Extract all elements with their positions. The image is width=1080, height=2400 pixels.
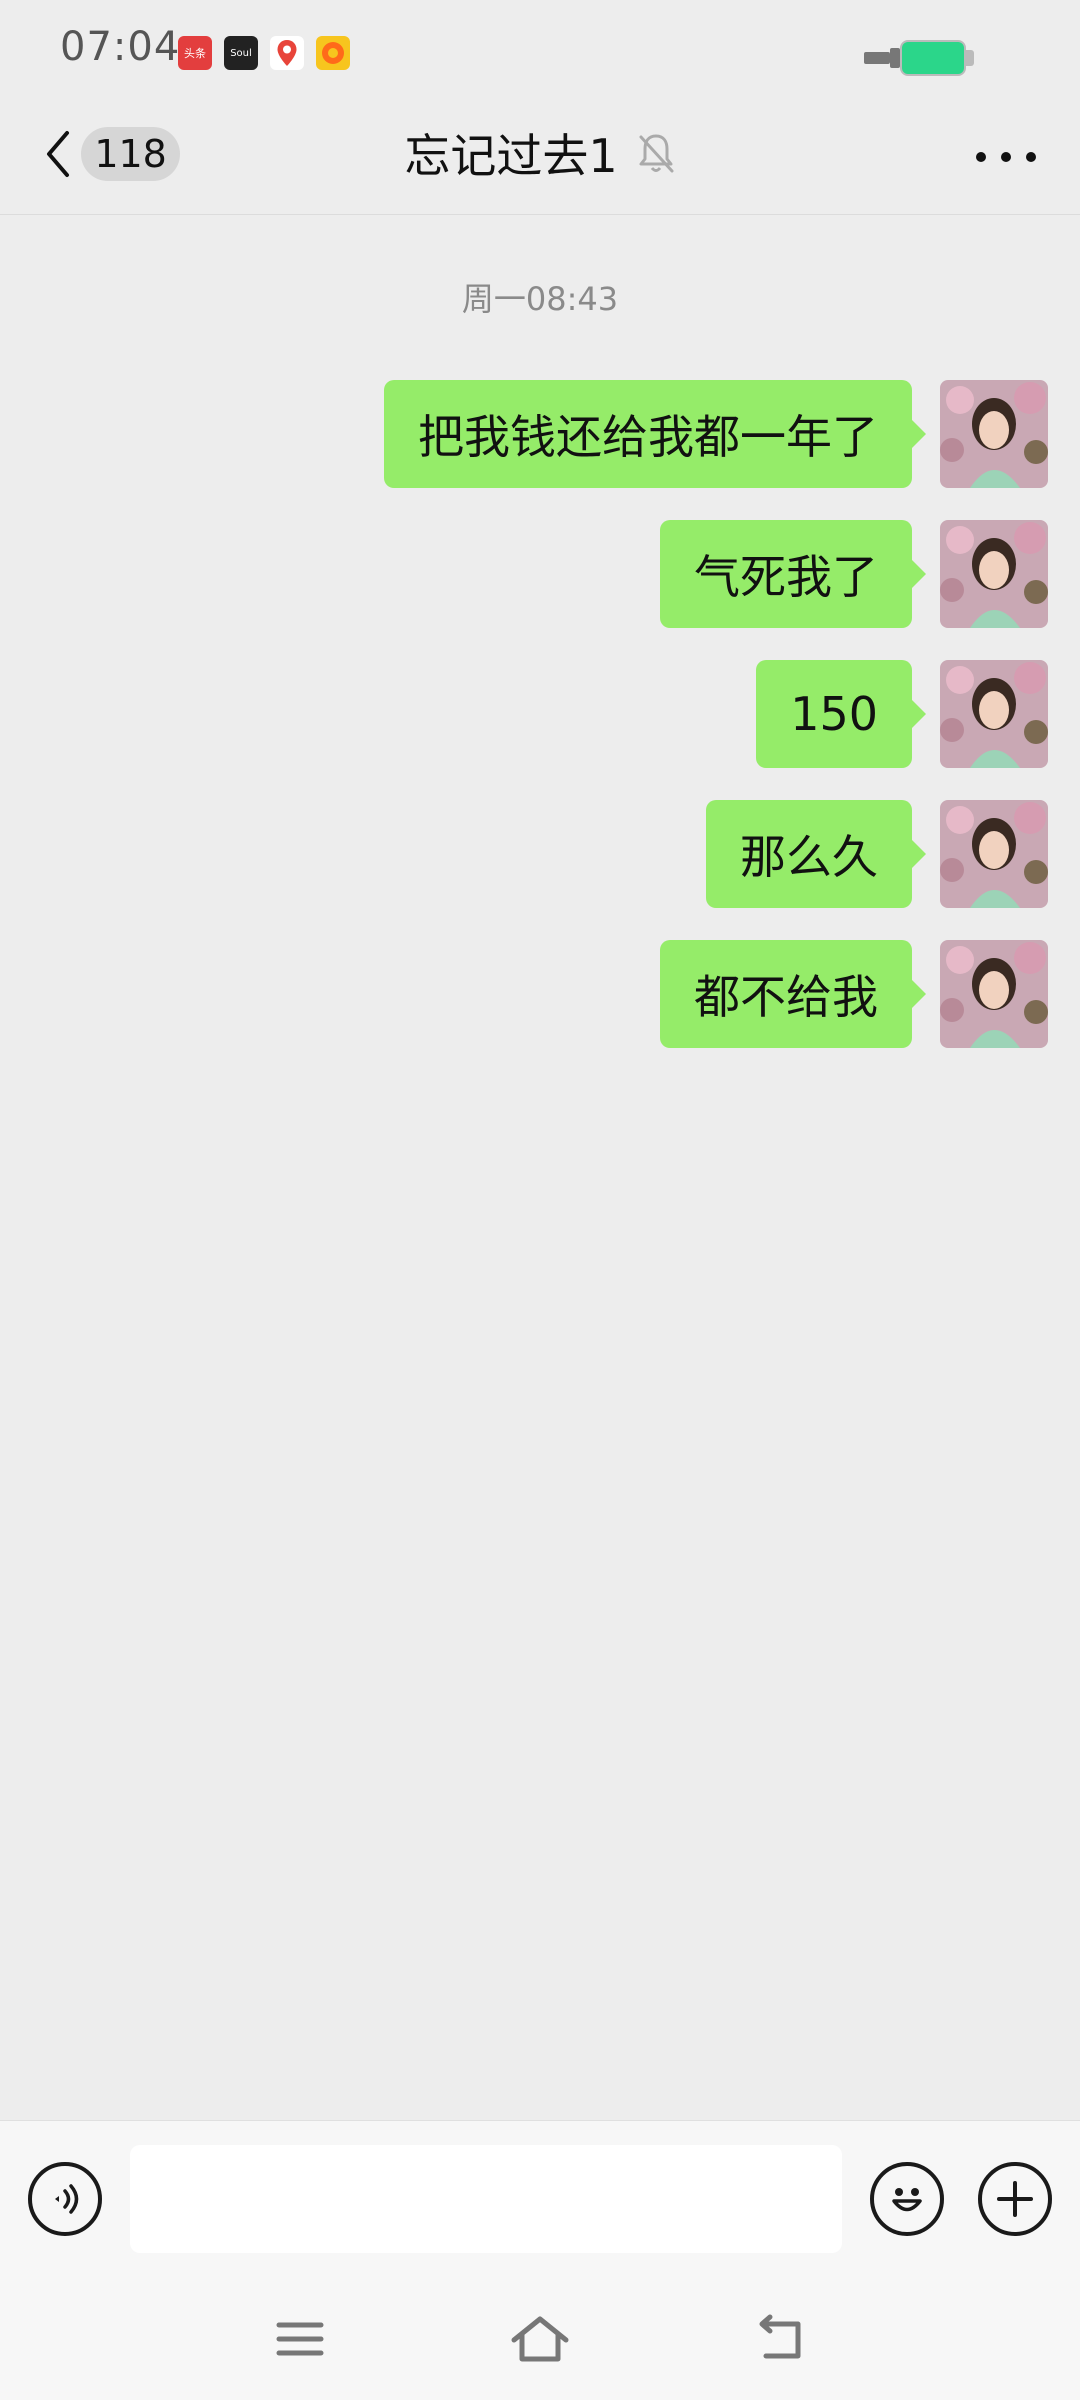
avatar[interactable]: [940, 380, 1048, 488]
system-navigation-bar: [0, 2276, 1080, 2400]
chat-header: 118 忘记过去1: [0, 100, 1080, 215]
mute-bell-icon: [636, 131, 676, 175]
chat-title: 忘记过去1: [404, 129, 618, 183]
add-more-button[interactable]: [978, 2162, 1052, 2236]
status-time: 07:04: [60, 24, 181, 70]
voice-input-button[interactable]: [28, 2162, 102, 2236]
message-row: 气死我了: [660, 520, 1048, 628]
soul-icon: Soul: [224, 36, 258, 70]
message-input-bar: [0, 2120, 1080, 2277]
more-dot-icon: [1001, 152, 1011, 162]
message-row: 那么久: [706, 800, 1048, 908]
chat-screen: 07:04 头条 Soul 118 忘记过去1 周一08:43 把我钱还给我都一…: [0, 0, 1080, 2400]
message-bubble[interactable]: 把我钱还给我都一年了: [384, 380, 926, 488]
map-pin-app-icon: [270, 36, 304, 70]
smiley-icon: [892, 2188, 922, 2212]
message-timestamp: 周一08:43: [461, 280, 619, 318]
kuaishou-icon: [316, 36, 350, 70]
recent-apps-button[interactable]: [265, 2304, 335, 2374]
avatar[interactable]: [940, 800, 1048, 908]
more-dot-icon: [1026, 152, 1036, 162]
battery-charging-icon: [864, 38, 980, 78]
more-options-button[interactable]: [976, 140, 1036, 174]
chat-title-area: 忘记过去1: [0, 120, 1080, 186]
message-row: 把我钱还给我都一年了: [384, 380, 1048, 488]
message-row: 都不给我: [660, 940, 1048, 1048]
more-dot-icon: [976, 152, 986, 162]
back-arrow-icon: [759, 2314, 801, 2359]
home-button[interactable]: [505, 2304, 575, 2374]
voice-wave-icon: [55, 2184, 79, 2214]
message-row: 150: [756, 660, 1048, 768]
message-bubble[interactable]: 气死我了: [660, 520, 926, 628]
message-bubble[interactable]: 那么久: [706, 800, 926, 908]
status-bar: 07:04 头条 Soul: [0, 0, 1080, 100]
avatar[interactable]: [940, 520, 1048, 628]
system-back-button[interactable]: [745, 2304, 815, 2374]
plus-icon: [997, 2181, 1033, 2217]
avatar[interactable]: [940, 940, 1048, 1048]
emoji-button[interactable]: [870, 2162, 944, 2236]
message-bubble[interactable]: 都不给我: [660, 940, 926, 1048]
toutiao-icon: 头条: [178, 36, 212, 70]
message-bubble[interactable]: 150: [756, 660, 926, 768]
message-text-field[interactable]: [130, 2145, 842, 2253]
avatar[interactable]: [940, 660, 1048, 768]
status-app-icons: 头条 Soul: [178, 36, 350, 70]
menu-lines-icon: [276, 2322, 324, 2356]
home-icon: [511, 2316, 569, 2362]
